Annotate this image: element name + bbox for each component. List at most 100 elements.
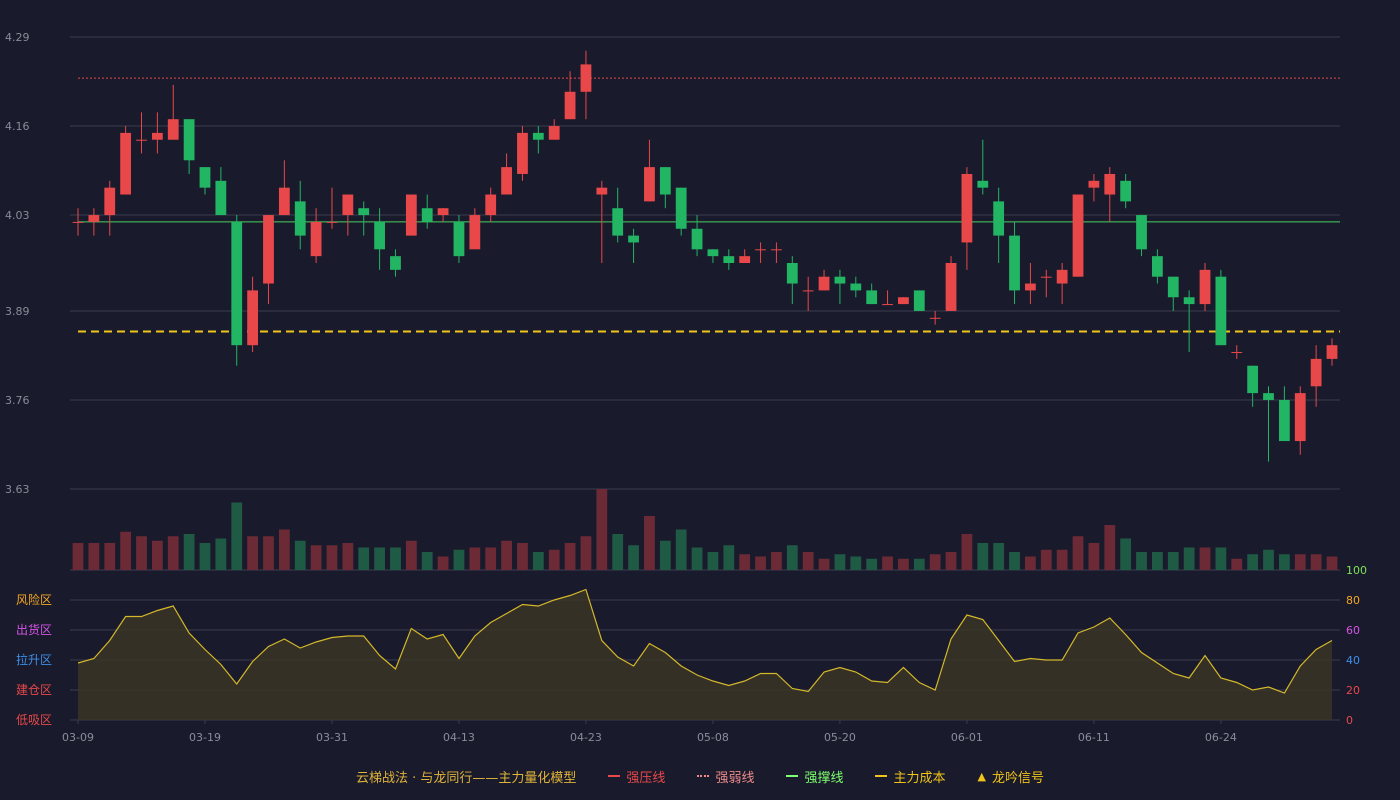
volume-bar (421, 552, 433, 570)
volume-bar (1040, 549, 1052, 570)
candle-body (1199, 269, 1211, 305)
volume-bar (405, 540, 417, 570)
price-tick-label: 4.29 (5, 31, 30, 44)
candle-body (548, 126, 560, 140)
candle-body (1088, 180, 1100, 188)
price-tick-label: 4.03 (5, 209, 30, 222)
volume-bar (215, 538, 227, 570)
candle-body (628, 235, 639, 243)
candle-body (1072, 194, 1084, 277)
volume-bar (1247, 554, 1259, 570)
candle-body (532, 132, 544, 140)
candle-body (945, 263, 957, 311)
candle-body (1009, 235, 1020, 291)
candle-body (1326, 345, 1338, 359)
candle-body (1215, 276, 1227, 346)
x-tick-label: 06-24 (1205, 731, 1237, 744)
legend-item-strength-line: 强弱线 (697, 767, 754, 786)
candle-body (374, 221, 385, 250)
volume-bar (866, 558, 878, 570)
volume-bar (437, 556, 449, 570)
volume-bar (1183, 547, 1195, 570)
candle-body (898, 297, 909, 305)
price-tick-label: 3.63 (5, 483, 30, 496)
volume-bar (342, 543, 354, 570)
candle-body (120, 132, 132, 195)
candle-body (1278, 399, 1290, 442)
volume-bar (1025, 556, 1036, 570)
legend-item-main-cost: 主力成本 (875, 767, 945, 786)
volume-bar (898, 558, 909, 570)
candle-body (469, 215, 481, 250)
candle-body (437, 208, 449, 216)
volume-bar (120, 531, 132, 570)
volume-bar (1278, 554, 1290, 570)
x-tick-label: 06-01 (951, 731, 983, 744)
volume-bar (993, 543, 1005, 570)
volume-bar (675, 529, 687, 570)
x-tick-label: 03-19 (189, 731, 221, 744)
candle-body (453, 221, 465, 257)
volume-bar (818, 558, 830, 570)
legend-title-text: 云梯战法 · 与龙同行——主力量化模型 (356, 770, 577, 786)
main-cost-swatch (875, 775, 888, 777)
volume-bar (72, 543, 84, 570)
legend-title: 云梯战法 · 与龙同行——主力量化模型 (356, 767, 576, 786)
volume-bar (913, 558, 925, 570)
oscillator-tick-label: 40 (1346, 654, 1360, 667)
volume-bar (580, 536, 592, 570)
volume-bar (263, 536, 274, 570)
volume-bar (707, 552, 719, 570)
oscillator-tick-label: 100 (1346, 564, 1367, 577)
candle-body (1136, 215, 1147, 250)
volume-bar (1263, 549, 1274, 570)
candle-body (1120, 180, 1132, 202)
candle-body (501, 167, 512, 195)
volume-bar (278, 529, 290, 570)
price-tick-label: 3.89 (5, 305, 30, 318)
candle-body (977, 180, 989, 188)
oscillator-tick-label: 60 (1346, 624, 1360, 637)
candle-body (612, 208, 624, 236)
price-tick-label: 3.76 (5, 394, 30, 407)
candle-body (564, 91, 576, 120)
oscillator-tick-label: 80 (1346, 594, 1360, 607)
candle-body (596, 187, 608, 195)
candle-body (1310, 358, 1322, 387)
candle-body (929, 317, 941, 319)
volume-bar (1310, 554, 1322, 570)
volume-bar (390, 547, 401, 570)
zone-label: 出货区 (16, 622, 52, 637)
volume-bar (1151, 552, 1163, 570)
volume-bar (977, 543, 989, 570)
support-line-swatch (786, 775, 799, 777)
candle-body (882, 304, 893, 306)
x-tick-label: 03-31 (316, 731, 348, 744)
volume-bar (929, 554, 941, 570)
volume-bar (945, 552, 957, 570)
candle-body (183, 119, 195, 161)
volume-bar (1326, 556, 1338, 570)
strength-line-swatch (697, 775, 710, 777)
candle-body (294, 201, 306, 236)
candle-body (151, 132, 163, 140)
candle-body (739, 256, 751, 263)
volume-bar (247, 536, 259, 570)
volume-bar (612, 534, 624, 570)
candle-body (961, 173, 973, 243)
volume-bar (691, 547, 703, 570)
legend-item-pressure-line: 强压线 (608, 767, 665, 786)
candle-body (1263, 393, 1274, 400)
volume-bar (564, 543, 576, 570)
volume-bar (596, 489, 608, 570)
candle-body (263, 215, 274, 284)
candle-body (421, 208, 433, 222)
candle-body (580, 64, 592, 92)
candle-body (644, 167, 655, 202)
volume-bars (72, 489, 1338, 570)
candle-body (1040, 276, 1052, 278)
volume-bar (517, 543, 528, 570)
candle-body (1151, 256, 1163, 277)
x-tick-label: 03-09 (62, 731, 94, 744)
x-tick-label: 06-11 (1078, 731, 1110, 744)
